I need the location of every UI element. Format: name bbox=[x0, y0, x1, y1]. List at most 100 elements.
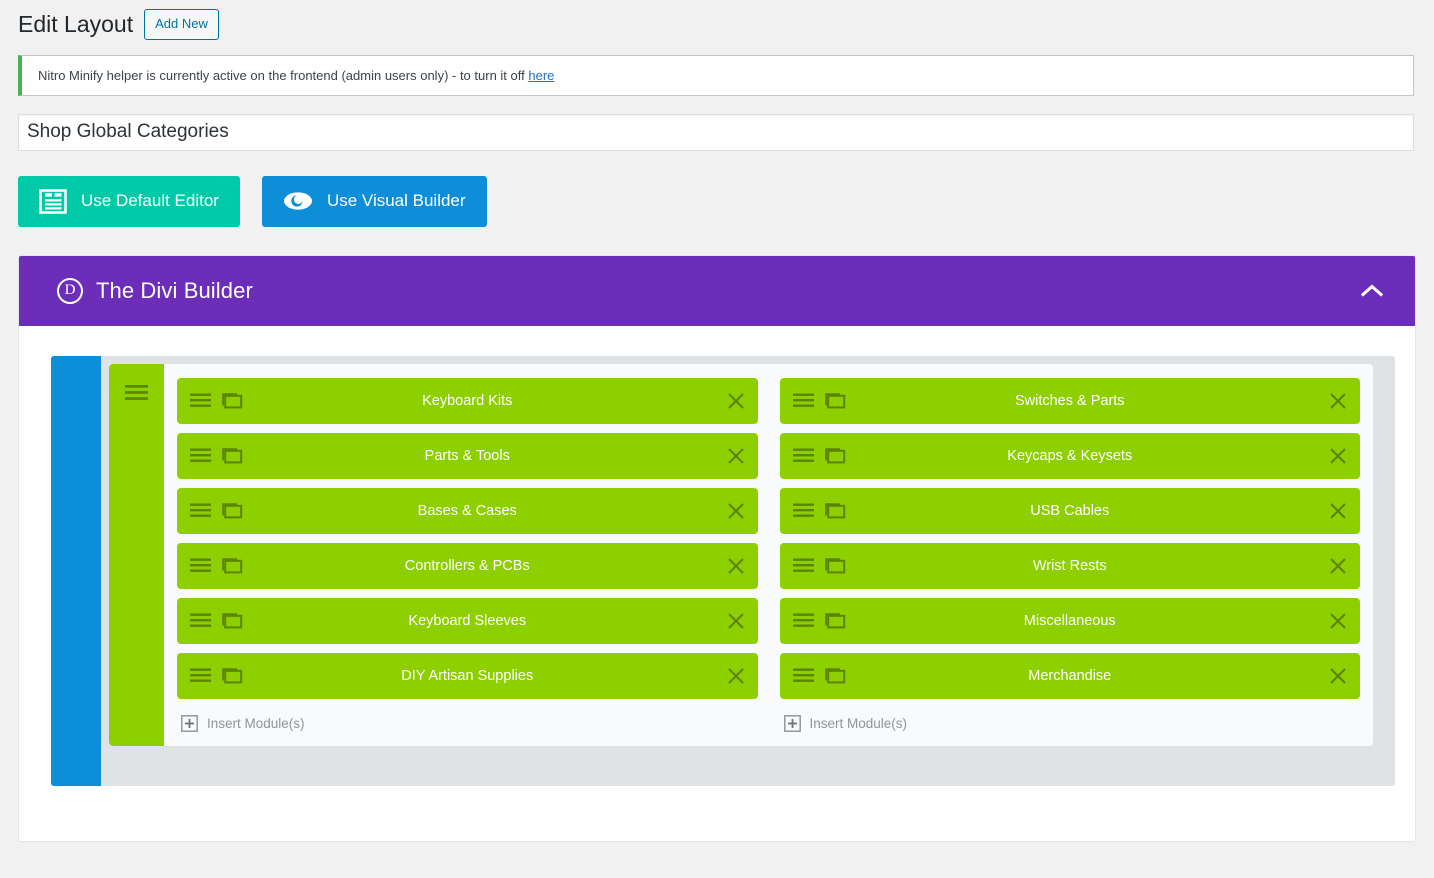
module-item[interactable]: DIY Artisan Supplies bbox=[177, 652, 758, 699]
module-item[interactable]: Miscellaneous bbox=[779, 597, 1360, 644]
drag-handle-icon[interactable] bbox=[792, 448, 814, 463]
module-item[interactable]: Parts & Tools bbox=[177, 432, 758, 479]
row-columns: Keyboard Kits Parts & Tools Bases & Case… bbox=[164, 364, 1373, 746]
module-icon-group bbox=[792, 392, 846, 409]
module-icon-group bbox=[190, 557, 243, 574]
module-label: USB Cables bbox=[1030, 502, 1110, 519]
insert-modules-button[interactable]: Insert Module(s) bbox=[177, 708, 758, 734]
plus-icon bbox=[783, 715, 801, 732]
duplicate-module-icon[interactable] bbox=[824, 392, 846, 409]
divi-builder-title: The Divi Builder bbox=[96, 277, 253, 303]
divi-logo-icon: D bbox=[57, 277, 83, 304]
use-default-editor-button[interactable]: Use Default Editor bbox=[18, 175, 240, 227]
drag-handle-icon[interactable] bbox=[190, 393, 211, 408]
duplicate-module-icon[interactable] bbox=[824, 557, 846, 574]
close-icon[interactable] bbox=[726, 666, 746, 686]
module-item[interactable]: Merchandise bbox=[779, 652, 1360, 699]
module-icon-group bbox=[190, 392, 243, 409]
builder-column-1: Keyboard Kits Parts & Tools Bases & Case… bbox=[177, 377, 758, 734]
close-icon[interactable] bbox=[1328, 446, 1348, 466]
insert-modules-label: Insert Module(s) bbox=[809, 715, 908, 731]
module-label: Merchandise bbox=[1028, 667, 1112, 684]
page-title: Edit Layout bbox=[18, 10, 134, 37]
module-icon-group bbox=[792, 557, 846, 574]
module-label: Bases & Cases bbox=[417, 502, 517, 519]
module-label: Parts & Tools bbox=[424, 447, 510, 464]
drag-handle-icon[interactable] bbox=[190, 448, 211, 463]
module-label: Miscellaneous bbox=[1023, 612, 1116, 629]
close-icon[interactable] bbox=[726, 556, 746, 576]
module-item[interactable]: Switches & Parts bbox=[779, 377, 1360, 424]
duplicate-module-icon[interactable] bbox=[824, 612, 846, 629]
duplicate-module-icon[interactable] bbox=[824, 447, 846, 464]
duplicate-module-icon[interactable] bbox=[221, 557, 243, 574]
duplicate-module-icon[interactable] bbox=[824, 502, 846, 519]
section-drag-handle[interactable] bbox=[51, 355, 101, 786]
page-header: Edit Layout Add New bbox=[0, 0, 1434, 44]
layout-title-input[interactable] bbox=[18, 113, 1414, 151]
close-icon[interactable] bbox=[726, 611, 746, 631]
module-item[interactable]: USB Cables bbox=[779, 487, 1360, 534]
module-item[interactable]: Keyboard Kits bbox=[177, 377, 758, 424]
module-label: Keyboard Kits bbox=[422, 392, 513, 409]
module-item[interactable]: Keyboard Sleeves bbox=[177, 597, 758, 644]
drag-handle-icon[interactable] bbox=[792, 613, 814, 628]
duplicate-module-icon[interactable] bbox=[221, 502, 243, 519]
module-icon-group bbox=[792, 502, 846, 519]
drag-handle-icon[interactable] bbox=[190, 558, 211, 573]
admin-notice: Nitro Minify helper is currently active … bbox=[18, 54, 1414, 96]
divi-brand: D The Divi Builder bbox=[57, 277, 253, 304]
duplicate-module-icon[interactable] bbox=[221, 667, 243, 684]
module-icon-group bbox=[190, 447, 243, 464]
drag-handle-icon[interactable] bbox=[792, 668, 814, 683]
eye-icon bbox=[283, 190, 313, 212]
module-label: Wrist Rests bbox=[1032, 557, 1107, 574]
insert-modules-button[interactable]: Insert Module(s) bbox=[780, 708, 1361, 734]
divi-builder-header[interactable]: D The Divi Builder bbox=[19, 255, 1415, 326]
duplicate-module-icon[interactable] bbox=[824, 667, 846, 684]
chevron-up-icon bbox=[1361, 284, 1383, 298]
close-icon[interactable] bbox=[1328, 501, 1348, 521]
module-icon-group bbox=[190, 667, 243, 684]
close-icon[interactable] bbox=[1328, 556, 1348, 576]
add-new-button[interactable]: Add New bbox=[144, 9, 219, 40]
module-item[interactable]: Wrist Rests bbox=[779, 542, 1360, 589]
layout-editor-icon bbox=[39, 189, 67, 214]
collapse-builder-button[interactable] bbox=[1353, 276, 1391, 305]
close-icon[interactable] bbox=[1328, 666, 1348, 686]
duplicate-module-icon[interactable] bbox=[221, 612, 243, 629]
editor-mode-buttons: Use Default Editor Use Visual Builder bbox=[0, 151, 1434, 227]
use-default-editor-label: Use Default Editor bbox=[81, 191, 219, 211]
drag-handle-icon[interactable] bbox=[792, 503, 814, 518]
use-visual-builder-button[interactable]: Use Visual Builder bbox=[261, 175, 487, 227]
row-drag-handle[interactable] bbox=[109, 363, 164, 746]
close-icon[interactable] bbox=[726, 501, 746, 521]
builder-column-2: Switches & Parts Keycaps & Keysets USB C… bbox=[779, 377, 1361, 734]
section-content: Keyboard Kits Parts & Tools Bases & Case… bbox=[101, 356, 1395, 786]
module-label: Switches & Parts bbox=[1014, 392, 1125, 409]
title-field-wrapper bbox=[0, 96, 1434, 151]
module-icon-group bbox=[792, 447, 846, 464]
drag-handle-icon[interactable] bbox=[190, 503, 211, 518]
drag-handle-icon[interactable] bbox=[190, 668, 211, 683]
notice-text: Nitro Minify helper is currently active … bbox=[38, 67, 529, 83]
duplicate-module-icon[interactable] bbox=[221, 447, 243, 464]
duplicate-module-icon[interactable] bbox=[221, 392, 243, 409]
drag-handle-icon[interactable] bbox=[792, 558, 814, 573]
close-icon[interactable] bbox=[1328, 611, 1348, 631]
close-icon[interactable] bbox=[1328, 391, 1348, 411]
use-visual-builder-label: Use Visual Builder bbox=[326, 191, 466, 211]
divi-builder-canvas: Keyboard Kits Parts & Tools Bases & Case… bbox=[19, 325, 1415, 841]
close-icon[interactable] bbox=[726, 391, 746, 411]
drag-handle-icon[interactable] bbox=[190, 613, 211, 628]
close-icon[interactable] bbox=[726, 446, 746, 466]
module-icon-group bbox=[792, 612, 846, 629]
module-item[interactable]: Keycaps & Keysets bbox=[779, 432, 1360, 479]
module-item[interactable]: Controllers & PCBs bbox=[177, 542, 758, 589]
module-item[interactable]: Bases & Cases bbox=[177, 487, 758, 534]
builder-row: Keyboard Kits Parts & Tools Bases & Case… bbox=[109, 363, 1373, 746]
module-label: Keycaps & Keysets bbox=[1007, 447, 1133, 464]
notice-link-here[interactable]: here bbox=[528, 68, 554, 83]
plus-icon bbox=[181, 715, 198, 732]
drag-handle-icon[interactable] bbox=[792, 393, 814, 408]
